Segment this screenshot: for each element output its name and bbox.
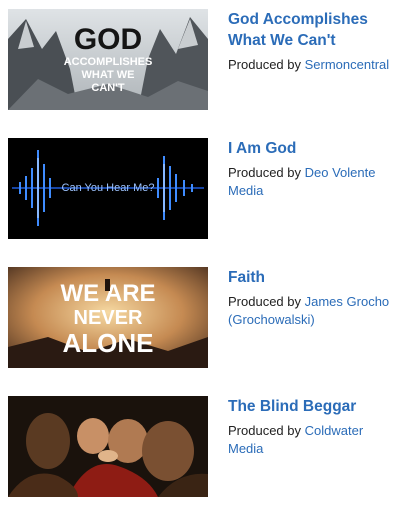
producer-line: Produced by Deo Volente Media: [228, 164, 398, 200]
produced-by-label: Produced by: [228, 423, 301, 438]
thumbnail-soundwave-image: Can You Hear Me?: [8, 138, 208, 239]
sermon-item: WE ARE NEVER ALONE Faith Produced by Jam…: [8, 267, 393, 368]
sermon-title-link[interactable]: God Accomplishes What We Can't: [228, 9, 398, 51]
thumbnail-painting-image: [8, 396, 208, 497]
sermon-thumbnail[interactable]: Can You Hear Me?: [8, 138, 208, 239]
sermon-item: Can You Hear Me? I Am God Produced by De…: [8, 138, 393, 239]
thumbnail-text: Can You Hear Me?: [62, 182, 155, 194]
thumbnail-text: ACCOMPLISHES: [64, 56, 153, 68]
thumbnail-text: CAN'T: [91, 82, 124, 94]
sermon-thumbnail[interactable]: [8, 396, 208, 497]
sermon-title-link[interactable]: I Am God: [228, 138, 398, 159]
producer-line: Produced by James Grocho (Grochowalski): [228, 293, 398, 329]
sermon-item: GOD ACCOMPLISHES WHAT WE CAN'T God Accom…: [8, 9, 393, 110]
thumbnail-text: ALONE: [63, 328, 154, 358]
thumbnail-text: WHAT WE: [82, 69, 135, 81]
sermon-title-link[interactable]: Faith: [228, 267, 398, 288]
sermon-list: GOD ACCOMPLISHES WHAT WE CAN'T God Accom…: [0, 0, 401, 511]
sermon-title-link[interactable]: The Blind Beggar: [228, 396, 398, 417]
produced-by-label: Produced by: [228, 165, 301, 180]
thumbnail-sunset-image: WE ARE NEVER ALONE: [8, 267, 208, 368]
sermon-thumbnail[interactable]: WE ARE NEVER ALONE: [8, 267, 208, 368]
thumbnail-text: GOD: [74, 23, 142, 56]
sermon-thumbnail[interactable]: GOD ACCOMPLISHES WHAT WE CAN'T: [8, 9, 208, 110]
sermon-info: Faith Produced by James Grocho (Grochowa…: [228, 267, 398, 329]
producer-link[interactable]: Sermoncentral: [305, 57, 390, 72]
thumbnail-mountains-image: GOD ACCOMPLISHES WHAT WE CAN'T: [8, 9, 208, 110]
sermon-info: God Accomplishes What We Can't Produced …: [228, 9, 398, 74]
produced-by-label: Produced by: [228, 294, 301, 309]
sermon-item: The Blind Beggar Produced by Coldwater M…: [8, 396, 393, 497]
sermon-info: I Am God Produced by Deo Volente Media: [228, 138, 398, 200]
producer-line: Produced by Coldwater Media: [228, 422, 398, 458]
sermon-info: The Blind Beggar Produced by Coldwater M…: [228, 396, 398, 458]
thumbnail-text: NEVER: [74, 307, 143, 329]
produced-by-label: Produced by: [228, 57, 301, 72]
producer-line: Produced by Sermoncentral: [228, 56, 398, 74]
